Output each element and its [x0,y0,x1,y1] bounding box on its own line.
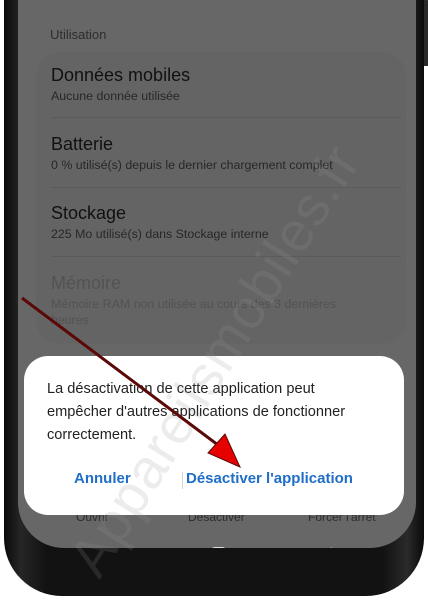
navigation-bar [18,538,416,548]
section-header-usage: Utilisation [50,27,107,42]
settings-row-storage[interactable]: Stockage 225 Mo utilisé(s) dans Stockage… [51,202,401,242]
settings-row-mobile-data[interactable]: Données mobiles Aucune donnée utilisée [51,64,401,104]
row-subtitle: Aucune donnée utilisée [51,89,180,103]
row-title: Données mobiles [51,65,191,85]
divider [51,256,401,257]
button-separator [182,472,183,489]
dialog-message: La désactivation de cette application pe… [47,381,346,443]
row-title: Mémoire [51,273,122,293]
row-subtitle: 225 Mo utilisé(s) dans Stockage interne [51,227,269,241]
home-icon[interactable] [210,547,227,548]
back-icon[interactable] [322,547,336,548]
disable-app-button[interactable]: Désactiver l'application [186,470,353,487]
screenshot-frame: Utilisation Données mobiles Aucune donné… [0,0,428,600]
row-subtitle: Mémoire RAM non utilisée au cours des 3 … [51,297,337,327]
divider [51,117,401,118]
row-title: Stockage [51,203,127,223]
disable-confirm-dialog: La désactivation de cette application pe… [24,356,404,515]
divider [51,187,401,188]
row-title: Batterie [51,134,114,154]
side-button [424,0,428,66]
row-subtitle: 0 % utilisé(s) depuis le dernier chargem… [51,158,333,172]
settings-row-memory[interactable]: Mémoire Mémoire RAM non utilisée au cour… [51,272,371,328]
cancel-button[interactable]: Annuler [74,470,131,487]
settings-row-battery[interactable]: Batterie 0 % utilisé(s) depuis le dernie… [51,133,401,173]
